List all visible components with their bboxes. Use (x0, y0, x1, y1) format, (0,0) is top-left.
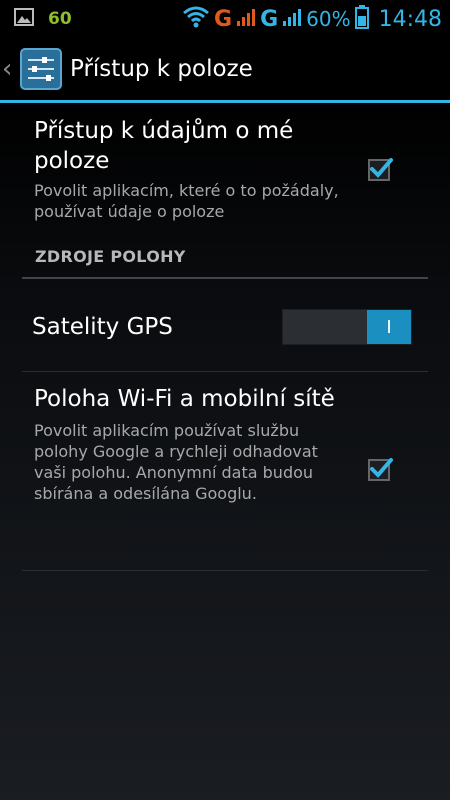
pref-location-access-summary: Povolit aplikacím, které o to požádaly, … (34, 181, 339, 221)
battery-percent: 60% (306, 7, 351, 31)
page-title: Přístup k poloze (70, 56, 253, 82)
pref-gps[interactable]: Satelity GPS (32, 312, 272, 342)
action-bar-divider (0, 100, 450, 103)
wifi-location-checkbox[interactable] (366, 454, 394, 486)
wifi-icon (182, 6, 210, 32)
pref-wifi-location-title: Poloha Wi-Fi a mobilní sítě (34, 386, 335, 412)
settings-sliders-icon[interactable] (20, 48, 62, 90)
clock: 14:48 (378, 6, 442, 32)
action-bar: ‹ Přístup k poloze (0, 38, 450, 100)
pref-wifi-location[interactable]: Poloha Wi-Fi a mobilní sítě Povolit apli… (34, 384, 344, 504)
battery-level-small: 60 (48, 9, 72, 29)
network-type-1: G (214, 6, 233, 32)
gps-toggle-switch[interactable]: I (282, 309, 412, 345)
pref-location-access-title: Přístup k údajům o mé poloze (34, 118, 294, 174)
image-icon (14, 8, 34, 30)
location-access-checkbox[interactable] (366, 154, 394, 186)
network-type-2: G (260, 6, 279, 32)
signal-icon (236, 7, 256, 31)
section-header-location-sources: ZDROJE POLOHY (35, 247, 186, 266)
signal-icon-2 (282, 7, 302, 31)
pref-gps-title: Satelity GPS (32, 314, 173, 340)
divider (22, 371, 428, 372)
section-divider (22, 277, 428, 279)
pref-wifi-location-summary: Povolit aplikacím používat službu polohy… (34, 421, 318, 503)
battery-icon (354, 5, 369, 33)
back-chevron-icon[interactable]: ‹ (2, 54, 16, 84)
pref-location-access[interactable]: Přístup k údajům o mé poloze Povolit apl… (34, 116, 354, 222)
gps-toggle-thumb: I (367, 310, 411, 344)
status-bar: 60 G G 60% 14:48 (0, 0, 450, 38)
divider (22, 570, 428, 571)
